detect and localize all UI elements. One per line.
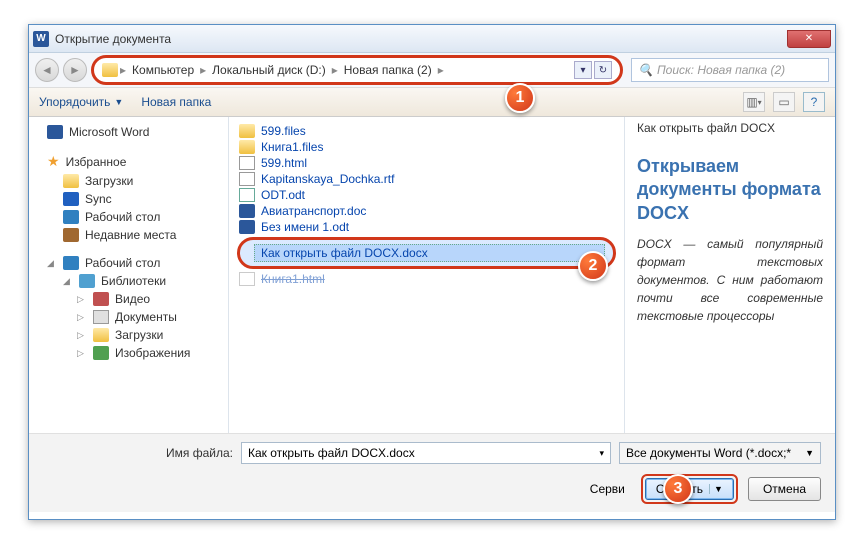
folder-icon: [239, 124, 255, 138]
file-item-html[interactable]: 599.html: [229, 155, 624, 171]
organize-menu[interactable]: Упорядочить ▼: [39, 95, 123, 109]
nav-libraries-header[interactable]: ◢Библиотеки: [29, 272, 228, 290]
breadcrumb-item[interactable]: Компьютер: [128, 63, 198, 77]
sync-icon: [63, 192, 79, 206]
nav-videos[interactable]: ▷Видео: [29, 290, 228, 308]
tree-collapse-icon[interactable]: ▷: [77, 330, 87, 341]
doc-icon: [93, 310, 109, 324]
nav-images[interactable]: ▷Изображения: [29, 344, 228, 362]
odt-file-icon: [239, 188, 255, 202]
file-item-selected[interactable]: Как открыть файл DOCX.docx: [237, 237, 616, 269]
file-item-rtf[interactable]: Kapitanskaya_Dochka.rtf: [229, 171, 624, 187]
nav-forward-button[interactable]: ►: [63, 58, 87, 82]
folder-icon: [239, 140, 255, 154]
preview-heading: Открываем документы формата DOCX: [637, 155, 823, 225]
word-doc-icon: [239, 204, 255, 218]
search-input[interactable]: 🔍 Поиск: Новая папка (2): [631, 58, 829, 82]
nav-desktop[interactable]: Рабочий стол: [29, 208, 228, 226]
tree-expand-icon[interactable]: ◢: [47, 258, 57, 269]
nav-back-button[interactable]: ◄: [35, 58, 59, 82]
help-button[interactable]: ?: [803, 92, 825, 112]
dialog-footer: Имя файла: Как открыть файл DOCX.docx▾ В…: [29, 433, 835, 512]
new-folder-button[interactable]: Новая папка: [141, 95, 211, 109]
image-icon: [93, 346, 109, 360]
word-icon: [47, 125, 63, 139]
toolbar: Упорядочить ▼ Новая папка ▥ ▾ ▭ ?: [29, 87, 835, 117]
desktop-icon: [63, 210, 79, 224]
folder-icon: [102, 63, 118, 77]
file-item-odt[interactable]: ODT.odt: [229, 187, 624, 203]
file-item-folder[interactable]: Книга1.files: [229, 139, 624, 155]
search-placeholder: Поиск: Новая папка (2): [657, 63, 785, 77]
filename-input[interactable]: Как открыть файл DOCX.docx▾: [241, 442, 611, 464]
annotation-marker-3: 3: [663, 474, 693, 504]
library-icon: [79, 274, 95, 288]
navigation-bar: ◄ ► ▸ Компьютер ▸ Локальный диск (D:) ▸ …: [29, 53, 835, 87]
star-icon: ★: [47, 153, 60, 170]
annotation-marker-1: 1: [505, 83, 535, 113]
open-split-dropdown[interactable]: ▼: [709, 484, 723, 494]
nav-documents[interactable]: ▷Документы: [29, 308, 228, 326]
breadcrumb-sep-icon: ▸: [330, 63, 340, 77]
filename-label: Имя файла:: [43, 446, 233, 460]
nav-favorites-header[interactable]: ★Избранное: [29, 151, 228, 172]
tree-collapse-icon[interactable]: ▷: [77, 348, 87, 359]
chevron-down-icon: ▼: [114, 97, 123, 107]
file-list: 599.files Книга1.files 599.html Kapitans…: [229, 117, 625, 433]
file-item-folder[interactable]: 599.files: [229, 123, 624, 139]
nav-recent[interactable]: Недавние места: [29, 226, 228, 244]
preview-pane: Как открыть файл DOCX Открываем документ…: [625, 117, 835, 433]
nav-sync[interactable]: Sync: [29, 190, 228, 208]
file-item-html[interactable]: Книга1.html: [229, 271, 624, 287]
word-doc-icon: [239, 220, 255, 234]
tree-expand-icon[interactable]: ◢: [63, 276, 73, 287]
preview-body: DOCX — самый популярный формат текстовых…: [637, 235, 823, 325]
dialog-body: Microsoft Word ★Избранное Загрузки Sync …: [29, 117, 835, 433]
nav-desktop-header[interactable]: ◢Рабочий стол: [29, 254, 228, 272]
breadcrumb-sep-icon: ▸: [198, 63, 208, 77]
open-file-dialog: W Открытие документа ✕ ◄ ► ▸ Компьютер ▸…: [28, 24, 836, 520]
annotation-marker-2: 2: [578, 251, 608, 281]
file-item-doc[interactable]: Авиатранспорт.doc: [229, 203, 624, 219]
refresh-button[interactable]: ↻: [594, 61, 612, 79]
rtf-file-icon: [239, 172, 255, 186]
navigation-pane: Microsoft Word ★Избранное Загрузки Sync …: [29, 117, 229, 433]
search-icon: 🔍: [638, 63, 653, 77]
titlebar: W Открытие документа ✕: [29, 25, 835, 53]
tree-collapse-icon[interactable]: ▷: [77, 294, 87, 305]
preview-toggle-button[interactable]: ▭: [773, 92, 795, 112]
tools-menu[interactable]: Серви: [590, 482, 625, 496]
address-dropdown-button[interactable]: ▾: [574, 61, 592, 79]
folder-icon: [93, 328, 109, 342]
recent-icon: [63, 228, 79, 242]
html-file-icon: [239, 272, 255, 286]
folder-icon: [63, 174, 79, 188]
nav-downloads[interactable]: Загрузки: [29, 172, 228, 190]
tree-collapse-icon[interactable]: ▷: [77, 312, 87, 323]
nav-downloads2[interactable]: ▷Загрузки: [29, 326, 228, 344]
filetype-select[interactable]: Все документы Word (*.docx;*▼: [619, 442, 821, 464]
desktop-icon: [63, 256, 79, 270]
nav-word-item[interactable]: Microsoft Word: [29, 123, 228, 141]
html-file-icon: [239, 156, 255, 170]
selected-file-label: Как открыть файл DOCX.docx: [254, 244, 605, 262]
breadcrumb-item[interactable]: Новая папка (2): [340, 63, 436, 77]
word-app-icon: W: [33, 31, 49, 47]
chevron-down-icon[interactable]: ▾: [599, 448, 604, 459]
preview-filename: Как открыть файл DOCX: [637, 121, 823, 135]
window-close-button[interactable]: ✕: [787, 30, 831, 48]
breadcrumb-item[interactable]: Локальный диск (D:): [208, 63, 330, 77]
chevron-down-icon: ▼: [805, 448, 814, 458]
video-icon: [93, 292, 109, 306]
breadcrumb-sep-icon: ▸: [436, 63, 446, 77]
file-item-odt[interactable]: Без имени 1.odt: [229, 219, 624, 235]
address-bar[interactable]: ▸ Компьютер ▸ Локальный диск (D:) ▸ Нова…: [91, 55, 623, 85]
cancel-button[interactable]: Отмена: [748, 477, 821, 501]
view-mode-button[interactable]: ▥ ▾: [743, 92, 765, 112]
breadcrumb-sep-icon: ▸: [118, 63, 128, 77]
dialog-title: Открытие документа: [55, 32, 787, 46]
